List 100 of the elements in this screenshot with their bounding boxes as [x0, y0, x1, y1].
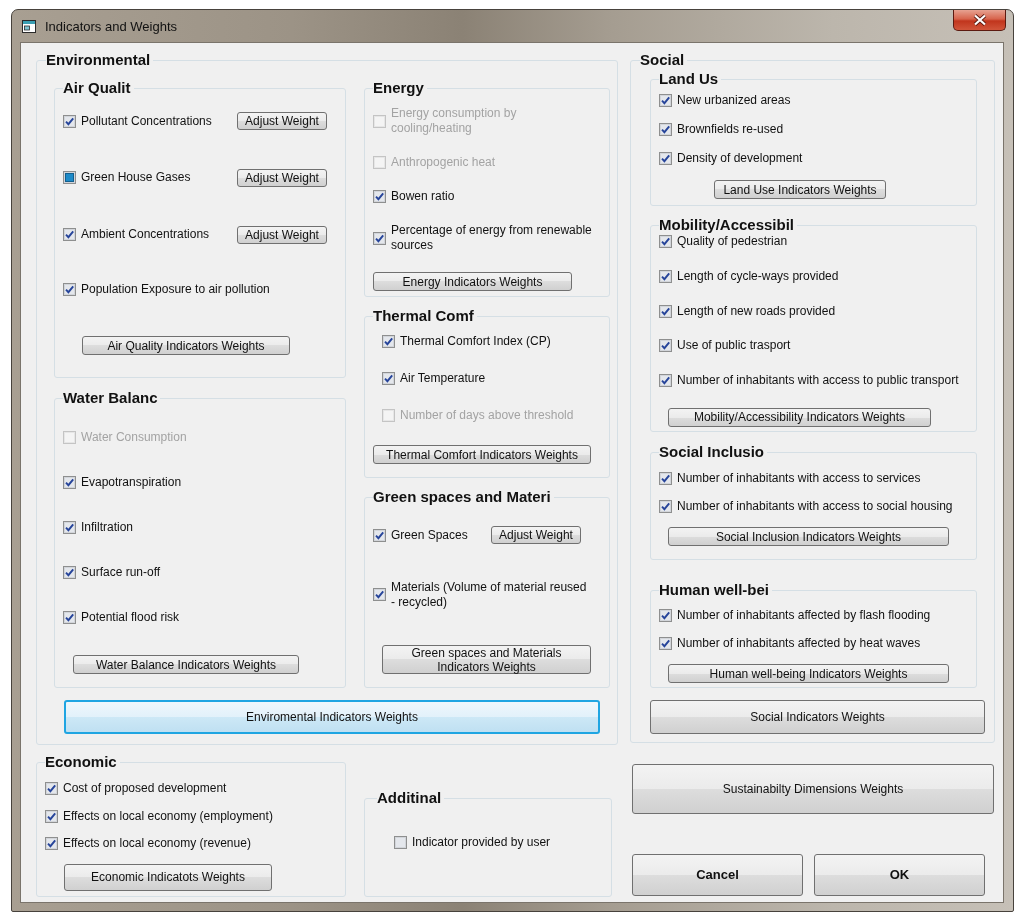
- checkbox-label: Potential flood risk: [81, 610, 180, 625]
- group-title: Energy: [373, 79, 425, 97]
- checkbox-label: Energy consumption by cooling/heating: [391, 106, 518, 136]
- checkbox-label: Ambient Concentrations: [81, 227, 210, 242]
- cancel-button[interactable]: Cancel: [632, 854, 803, 896]
- checkbox-label: Air Temperature: [400, 371, 486, 386]
- checkbox[interactable]: [45, 782, 58, 795]
- adjust-weight-button[interactable]: Adjust Weight: [491, 526, 581, 544]
- close-icon: [972, 14, 987, 26]
- checkbox[interactable]: [373, 231, 386, 245]
- group-title: Air Qualit: [63, 79, 132, 97]
- weights-button[interactable]: Human well-being Indicators Weights: [668, 664, 949, 683]
- weights-button[interactable]: Green spaces and Materials Indicators Weights: [382, 645, 591, 674]
- checkbox[interactable]: [373, 528, 386, 542]
- weights-button[interactable]: Air Quality Indicators Weights: [82, 336, 290, 355]
- checkbox[interactable]: [659, 94, 672, 107]
- checkbox[interactable]: [659, 374, 672, 388]
- checkbox[interactable]: [659, 339, 672, 353]
- checkbox[interactable]: [373, 190, 386, 203]
- checkbox-label: Indicator provided by user: [412, 835, 551, 850]
- checkbox-label: Bowen ratio: [391, 189, 455, 204]
- group-title: Land Us: [659, 70, 720, 88]
- group-title: Environmental: [46, 51, 152, 69]
- checkbox-label: Number of inhabitants with access to social housing: [677, 499, 953, 514]
- checkbox[interactable]: [382, 372, 395, 385]
- checkbox[interactable]: [659, 609, 672, 622]
- checkbox[interactable]: [659, 269, 672, 283]
- checkbox[interactable]: [63, 171, 76, 185]
- checkbox-label: Green House Gases: [81, 170, 191, 186]
- checkbox-label: Pollutant Concentrations: [81, 113, 212, 129]
- weights-button[interactable]: Economic Indicatots Weights: [64, 863, 272, 891]
- checkbox-label: Surface run-off: [81, 565, 161, 580]
- window-icon: [22, 19, 36, 33]
- checkbox[interactable]: [659, 123, 672, 136]
- checkbox-label: Number of inhabitants affected by heat waves: [677, 636, 921, 651]
- checkbox[interactable]: [394, 836, 407, 849]
- checkbox[interactable]: [63, 283, 76, 297]
- checkbox-label: Number of inhabitants affected by flash flooding: [677, 608, 931, 623]
- close-button[interactable]: [953, 10, 1006, 31]
- group-title: Mobility/Accessibil: [659, 216, 796, 234]
- checkbox[interactable]: [45, 809, 58, 823]
- weights-button[interactable]: Water Balance Indicators Weights: [73, 655, 299, 674]
- checkbox-label: Materials (Volume of material reused - recycled): [391, 579, 588, 610]
- checkbox-label: Density of development: [677, 151, 803, 166]
- checkbox-label: Use of public trasport: [677, 338, 791, 354]
- checkbox-label: New urbanized areas: [677, 93, 791, 108]
- checkbox-label: Number of inhabitants with access to services: [677, 471, 921, 486]
- weights-button[interactable]: Energy Indicators Weights: [373, 272, 572, 291]
- weights-button[interactable]: Social Inclusion Indicators Weights: [668, 527, 949, 546]
- checkbox[interactable]: [63, 114, 76, 128]
- checkbox[interactable]: [659, 304, 672, 318]
- checkbox-label: Number of days above threshold: [400, 408, 574, 423]
- checkbox-label: Quality of pedestrian: [677, 234, 788, 249]
- checkbox-label: Brownfields re-used: [677, 122, 784, 137]
- checkbox-label: Green Spaces: [391, 527, 468, 543]
- checkbox-label: Infiltration: [81, 520, 134, 535]
- checkbox-label: Effects on local economy (employment): [63, 808, 273, 824]
- checkbox[interactable]: [659, 152, 672, 165]
- checkbox-label: Thermal Comfort Index (CP): [400, 334, 551, 349]
- checkbox[interactable]: [659, 637, 672, 650]
- window-title: Indicators and Weights: [45, 18, 177, 34]
- weights-button[interactable]: Thermal Comfort Indicators Weights: [373, 445, 591, 464]
- checkbox[interactable]: [659, 235, 672, 248]
- checkbox-label: Evapotranspiration: [81, 475, 182, 490]
- weights-button[interactable]: Sustainabilty Dimensions Weights: [632, 764, 994, 814]
- weights-button[interactable]: Social Indicators Weights: [650, 700, 985, 734]
- checkbox-label: Cost of proposed development: [63, 781, 227, 796]
- group-title: Additinal: [377, 789, 443, 807]
- weights-button[interactable]: Land Use Indicators Weights: [714, 180, 886, 199]
- checkbox-label: Water Consumption: [81, 430, 187, 445]
- checkbox[interactable]: [659, 500, 672, 513]
- checkbox[interactable]: [659, 472, 672, 485]
- checkbox[interactable]: [45, 837, 58, 851]
- checkbox[interactable]: [373, 588, 386, 601]
- checkbox[interactable]: [63, 228, 76, 241]
- weights-button[interactable]: Mobility/Accessibility Indicators Weights: [668, 408, 931, 427]
- checkbox-label: Number of inhabitants with access to public transport: [677, 373, 959, 389]
- weights-button[interactable]: Enviromental Indicators Weights: [64, 700, 600, 734]
- checkbox-label: Population Exposure to air pollution: [81, 282, 270, 298]
- adjust-weight-button[interactable]: Adjust Weight: [237, 168, 327, 187]
- group-title: Social Inclusio: [659, 443, 766, 461]
- checkbox[interactable]: [63, 566, 76, 579]
- group-title: Water Balanc: [63, 389, 159, 407]
- checkbox[interactable]: [63, 476, 76, 489]
- checkbox[interactable]: [63, 521, 76, 534]
- ok-button[interactable]: OK: [814, 854, 985, 896]
- checkbox-label: Percentage of energy from renewable sources: [391, 223, 593, 253]
- group-title: Economic: [45, 753, 118, 771]
- checkbox-label: Effects on local economy (revenue): [63, 836, 251, 852]
- group-title: Social: [640, 51, 686, 69]
- group-title: Human well-bei: [659, 581, 771, 599]
- checkbox-label: Length of new roads provided: [677, 303, 836, 319]
- checkbox[interactable]: [63, 611, 76, 624]
- group-title: Green spaces and Materi: [373, 488, 552, 506]
- checkbox-label: Anthropogenic heat: [391, 155, 496, 170]
- adjust-weight-button[interactable]: Adjust Weight: [237, 225, 327, 244]
- checkbox-label: Length of cycle-ways provided: [677, 268, 839, 284]
- checkbox[interactable]: [382, 335, 395, 348]
- adjust-weight-button[interactable]: Adjust Weight: [237, 112, 327, 130]
- group-title: Thermal Comf: [373, 307, 475, 325]
